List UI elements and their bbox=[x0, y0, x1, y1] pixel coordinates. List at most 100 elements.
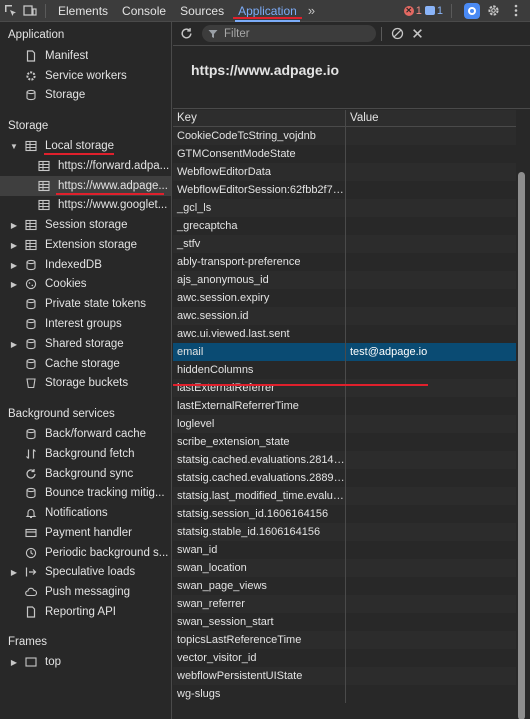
sidebar-item-label: Storage bbox=[45, 89, 86, 101]
sidebar-item-background-fetch[interactable]: Background fetch bbox=[0, 444, 171, 464]
table-row[interactable]: statsig.cached.evaluations.28898... bbox=[173, 469, 516, 487]
close-icon[interactable] bbox=[407, 24, 427, 44]
chevron-right-icon[interactable]: ▶ bbox=[8, 241, 20, 250]
table-row[interactable]: vector_visitor_id bbox=[173, 649, 516, 667]
table-row[interactable]: GTMConsentModeState bbox=[173, 145, 516, 163]
clear-all-icon[interactable] bbox=[387, 24, 407, 44]
table-row[interactable]: awc.ui.viewed.last.sent bbox=[173, 325, 516, 343]
file-icon bbox=[24, 49, 38, 63]
sidebar-item-periodic-background-sync[interactable]: Periodic background s... bbox=[0, 543, 171, 563]
table-row[interactable]: WebflowEditorSession:62fbb2f74... bbox=[173, 181, 516, 199]
table-row[interactable]: lastExternalReferrerTime bbox=[173, 397, 516, 415]
table-row[interactable]: hiddenColumns bbox=[173, 361, 516, 379]
table-row[interactable]: _stfv bbox=[173, 235, 516, 253]
table-row[interactable]: statsig.cached.evaluations.28140... bbox=[173, 451, 516, 469]
gear-icon[interactable] bbox=[483, 1, 503, 21]
sidebar-item-frame-top[interactable]: ▶ top bbox=[0, 652, 171, 672]
chevron-right-icon[interactable]: ▶ bbox=[8, 221, 20, 230]
table-row[interactable]: statsig.last_modified_time.evalua... bbox=[173, 487, 516, 505]
sidebar-item-origin-forward[interactable]: https://forward.adpa... bbox=[0, 156, 171, 176]
tab-application[interactable]: Application bbox=[231, 0, 304, 22]
chevron-right-icon[interactable]: ▶ bbox=[8, 280, 20, 289]
chevron-right-icon[interactable]: ▶ bbox=[8, 568, 20, 577]
table-row[interactable]: swan_id bbox=[173, 541, 516, 559]
table-row[interactable]: swan_page_views bbox=[173, 577, 516, 595]
column-header-value[interactable]: Value bbox=[346, 110, 516, 127]
more-tabs-button[interactable]: » bbox=[304, 3, 319, 18]
sidebar-item-storage-buckets[interactable]: Storage buckets bbox=[0, 373, 171, 393]
sidebar-item-private-state-tokens[interactable]: Private state tokens bbox=[0, 294, 171, 314]
sidebar-item-manifest[interactable]: Manifest bbox=[0, 46, 171, 66]
filter-field[interactable] bbox=[202, 25, 376, 42]
refresh-icon[interactable] bbox=[176, 24, 196, 44]
chevron-right-icon[interactable]: ▶ bbox=[8, 340, 20, 349]
tab-elements[interactable]: Elements bbox=[51, 0, 115, 22]
table-row[interactable]: ajs_anonymous_id bbox=[173, 271, 516, 289]
sidebar-item-label: Payment handler bbox=[45, 527, 132, 539]
sidebar-item-speculative-loads[interactable]: ▶ Speculative loads bbox=[0, 562, 171, 582]
table-row[interactable]: WebflowEditorData bbox=[173, 163, 516, 181]
sidebar-item-origin-googletag[interactable]: https://www.googlet... bbox=[0, 195, 171, 215]
kebab-menu-icon[interactable] bbox=[506, 1, 526, 21]
sidebar-item-label: Background fetch bbox=[45, 448, 135, 460]
chevron-right-icon[interactable]: ▶ bbox=[8, 658, 20, 667]
table-row[interactable]: lastExternalReferrer bbox=[173, 379, 516, 397]
sidebar-item-label: https://www.adpage... bbox=[58, 180, 168, 192]
table-row[interactable]: scribe_extension_state bbox=[173, 433, 516, 451]
table-row[interactable]: _gcl_ls bbox=[173, 199, 516, 217]
tab-elements-label: Elements bbox=[58, 3, 109, 18]
device-toolbar-icon[interactable] bbox=[20, 1, 40, 21]
table-row[interactable]: CookieCodeTcString_vojdnb bbox=[173, 127, 516, 145]
filter-input[interactable] bbox=[224, 27, 364, 40]
error-count: 1 bbox=[415, 4, 422, 17]
table-row[interactable]: statsig.stable_id.1606164156 bbox=[173, 523, 516, 541]
table-row[interactable]: _grecaptcha bbox=[173, 217, 516, 235]
sidebar-item-indexeddb[interactable]: ▶ IndexedDB bbox=[0, 255, 171, 275]
table-row[interactable]: loglevel bbox=[173, 415, 516, 433]
table-row[interactable]: topicsLastReferenceTime bbox=[173, 631, 516, 649]
sidebar-item-cache-storage[interactable]: Cache storage bbox=[0, 354, 171, 374]
error-badge[interactable]: ✕ 1 bbox=[403, 4, 422, 17]
sidebar-item-cookies[interactable]: ▶ Cookies bbox=[0, 274, 171, 294]
table-row[interactable]: statsig.session_id.1606164156 bbox=[173, 505, 516, 523]
table-row[interactable]: swan_referrer bbox=[173, 595, 516, 613]
table-row[interactable]: email test@adpage.io bbox=[173, 343, 516, 361]
cell-key: awc.session.id bbox=[173, 307, 346, 325]
tab-sources[interactable]: Sources bbox=[173, 0, 231, 22]
sidebar-item-interest-groups[interactable]: Interest groups bbox=[0, 314, 171, 334]
sidebar-item-extension-storage[interactable]: ▶ Extension storage bbox=[0, 235, 171, 255]
sidebar-item-payment-handler[interactable]: Payment handler bbox=[0, 523, 171, 543]
table-row[interactable]: swan_location bbox=[173, 559, 516, 577]
column-header-key[interactable]: Key bbox=[173, 110, 346, 127]
chevron-down-icon[interactable]: ▼ bbox=[8, 142, 20, 151]
sidebar-item-reporting-api[interactable]: Reporting API bbox=[0, 602, 171, 622]
sidebar-item-back-forward-cache[interactable]: Back/forward cache bbox=[0, 424, 171, 444]
inspect-element-icon[interactable] bbox=[0, 1, 20, 21]
sidebar-item-service-workers[interactable]: Service workers bbox=[0, 66, 171, 86]
sidebar-item-session-storage[interactable]: ▶ Session storage bbox=[0, 215, 171, 235]
cell-key: _grecaptcha bbox=[173, 217, 346, 235]
cell-value bbox=[346, 181, 516, 199]
message-count: 1 bbox=[436, 4, 443, 17]
table-row[interactable]: webflowPersistentUIState bbox=[173, 667, 516, 685]
chevron-right-icon[interactable]: ▶ bbox=[8, 261, 20, 270]
cloud-icon bbox=[24, 585, 38, 599]
cell-value: test@adpage.io bbox=[350, 346, 428, 358]
sidebar-item-storage[interactable]: Storage bbox=[0, 85, 171, 105]
message-badge[interactable]: 1 bbox=[424, 4, 443, 17]
sidebar-item-bounce-tracking[interactable]: Bounce tracking mitig... bbox=[0, 483, 171, 503]
error-icon: ✕ bbox=[403, 5, 414, 16]
table-scrollbar[interactable] bbox=[518, 172, 525, 719]
sidebar-item-shared-storage[interactable]: ▶ Shared storage bbox=[0, 334, 171, 354]
sidebar-item-notifications[interactable]: Notifications bbox=[0, 503, 171, 523]
extension-icon[interactable] bbox=[464, 2, 480, 19]
table-row[interactable]: wg-slugs bbox=[173, 685, 516, 703]
sidebar-item-push-messaging[interactable]: Push messaging bbox=[0, 582, 171, 602]
table-row[interactable]: swan_session_start bbox=[173, 613, 516, 631]
tab-console[interactable]: Console bbox=[115, 0, 173, 22]
table-row[interactable]: awc.session.expiry bbox=[173, 289, 516, 307]
table-row[interactable]: awc.session.id bbox=[173, 307, 516, 325]
sidebar-item-label: Background sync bbox=[45, 468, 134, 480]
sidebar-item-background-sync[interactable]: Background sync bbox=[0, 464, 171, 484]
table-row[interactable]: ably-transport-preference bbox=[173, 253, 516, 271]
